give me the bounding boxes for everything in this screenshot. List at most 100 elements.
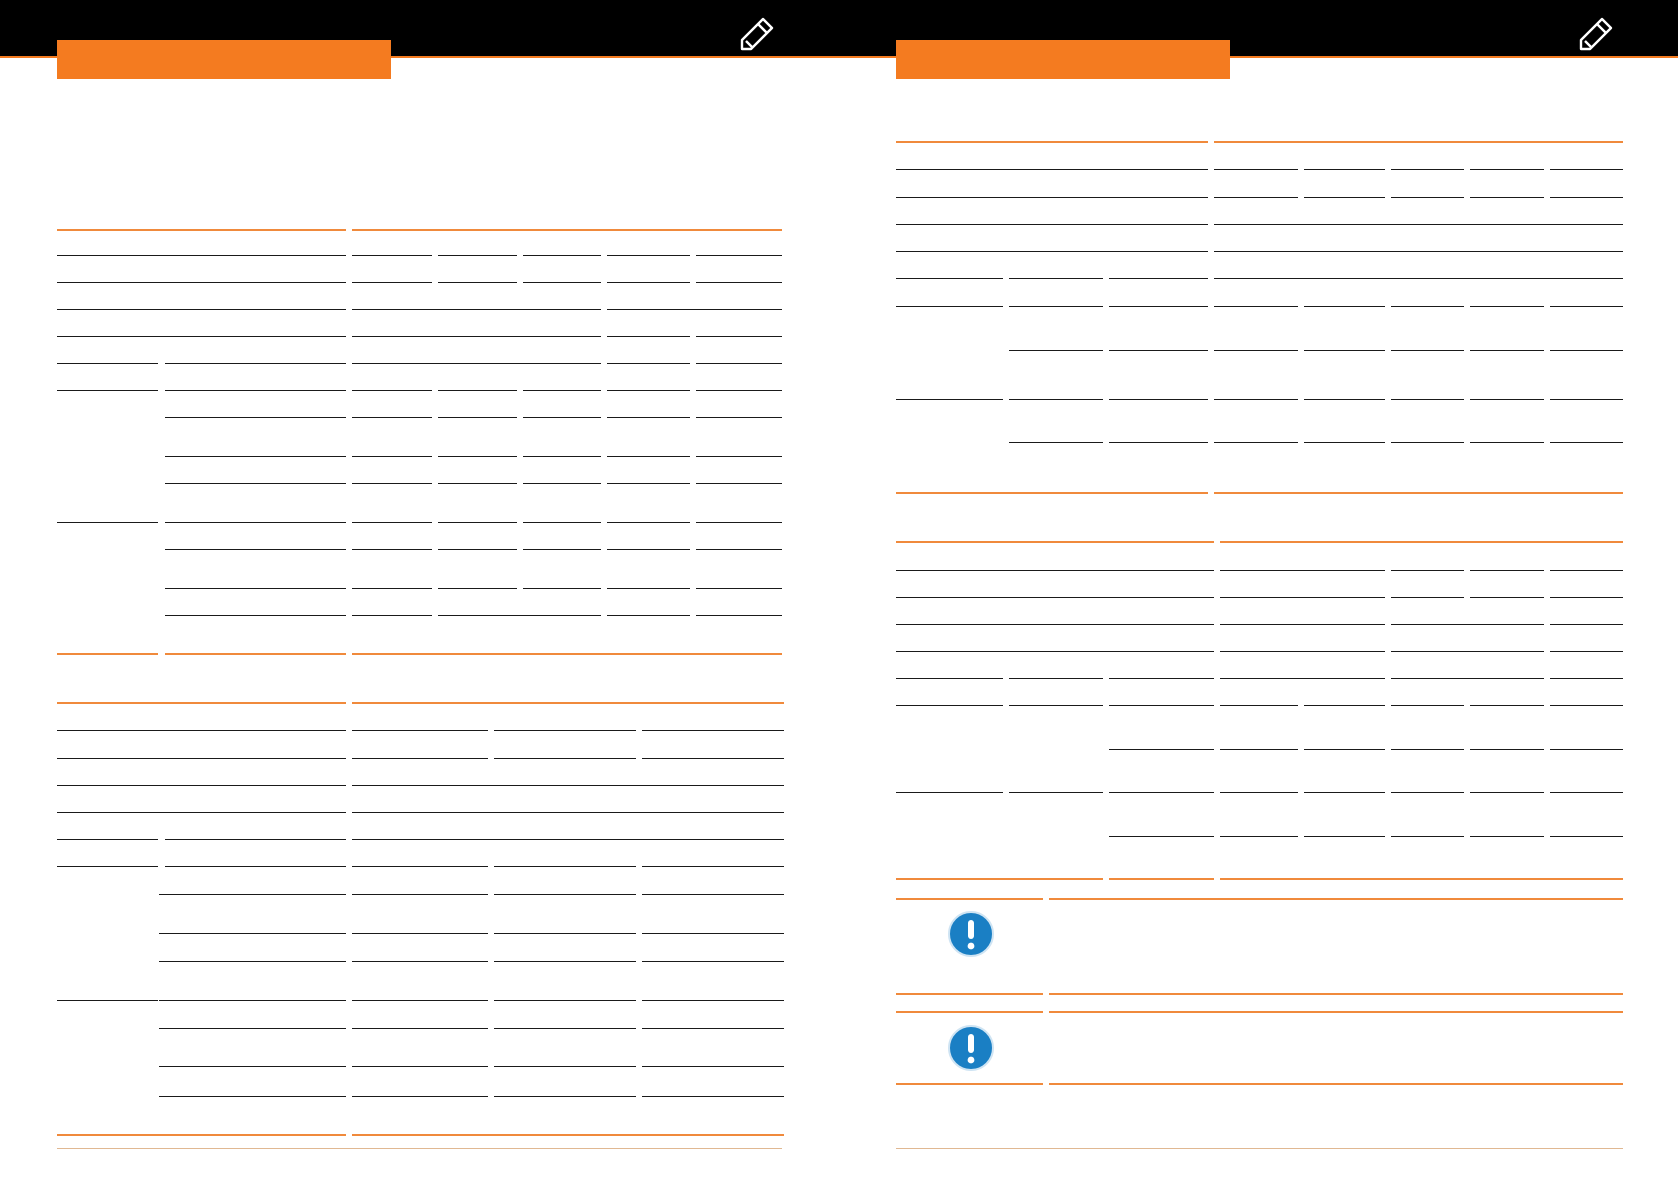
table-rule xyxy=(1009,399,1103,400)
table-rule xyxy=(896,878,1103,880)
table-rule xyxy=(352,702,784,704)
table-rule xyxy=(696,456,782,457)
table-rule xyxy=(57,1148,782,1149)
table-rule xyxy=(896,197,1208,198)
pencil-icon xyxy=(740,17,774,51)
table-rule xyxy=(1550,350,1623,351)
table-rule xyxy=(642,933,784,934)
table-rule xyxy=(1550,651,1623,652)
table-rule xyxy=(438,588,517,589)
table-rule xyxy=(1049,993,1623,995)
table-rule xyxy=(1220,678,1385,679)
table-rule xyxy=(1304,442,1385,443)
table-rule xyxy=(165,456,346,457)
table-rule xyxy=(352,390,432,391)
table-rule xyxy=(1391,792,1464,793)
table-rule xyxy=(1220,597,1385,598)
table-rule xyxy=(696,363,782,364)
table-rule xyxy=(896,993,1043,995)
table-rule xyxy=(165,549,346,550)
table-rule xyxy=(1220,541,1623,543)
table-rule xyxy=(1214,306,1298,307)
table-rule xyxy=(1391,749,1464,750)
table-rule xyxy=(352,1096,488,1097)
table-rule xyxy=(1109,749,1214,750)
table-rule xyxy=(1109,792,1214,793)
table-rule xyxy=(165,522,346,523)
table-rule xyxy=(494,1066,636,1067)
table-rule xyxy=(607,522,690,523)
right-page xyxy=(839,0,1678,1191)
table-rule xyxy=(494,730,636,731)
table-rule xyxy=(57,730,346,731)
table-rule xyxy=(57,839,158,840)
table-rule xyxy=(494,1096,636,1097)
table-rule xyxy=(523,417,601,418)
table-rule xyxy=(1109,278,1208,279)
exclamation-circle-icon xyxy=(948,911,994,957)
table-rule xyxy=(57,866,158,867)
left-page xyxy=(0,0,839,1191)
table-rule xyxy=(494,866,636,867)
table-rule xyxy=(1470,306,1544,307)
table-rule xyxy=(352,522,432,523)
table-rule xyxy=(696,522,782,523)
table-rule xyxy=(57,309,346,310)
table-rule xyxy=(1304,350,1385,351)
table-rule xyxy=(896,570,1214,571)
table-rule xyxy=(438,255,517,256)
table-rule xyxy=(696,549,782,550)
table-rule xyxy=(1009,678,1103,679)
table-rule xyxy=(438,483,517,484)
table-rule xyxy=(1009,705,1103,706)
table-rule xyxy=(494,933,636,934)
table-rule xyxy=(1470,570,1544,571)
table-rule xyxy=(896,898,1043,900)
table-rule xyxy=(1214,141,1623,143)
table-rule xyxy=(896,792,1003,793)
table-rule xyxy=(696,483,782,484)
table-rule xyxy=(1550,749,1623,750)
table-rule xyxy=(352,933,488,934)
table-rule xyxy=(57,255,346,256)
table-rule xyxy=(607,309,782,310)
table-rule xyxy=(1550,442,1623,443)
table-rule xyxy=(696,336,782,337)
table-rule xyxy=(352,336,601,337)
table-rule xyxy=(165,417,346,418)
table-rule xyxy=(352,255,432,256)
table-rule xyxy=(896,541,1214,543)
table-rule xyxy=(1009,442,1103,443)
table-rule xyxy=(1220,792,1298,793)
table-rule xyxy=(494,894,636,895)
table-rule xyxy=(896,678,1003,679)
table-rule xyxy=(1470,197,1544,198)
table-rule xyxy=(494,961,636,962)
table-rule xyxy=(352,653,782,655)
table-rule xyxy=(1391,651,1544,652)
table-rule xyxy=(438,549,517,550)
table-rule xyxy=(1550,306,1623,307)
table-rule xyxy=(896,224,1208,225)
table-rule xyxy=(896,1011,1043,1013)
table-rule xyxy=(1220,878,1623,880)
table-rule xyxy=(57,1000,158,1001)
table-rule xyxy=(438,417,517,418)
table-rule xyxy=(1470,399,1544,400)
table-rule xyxy=(607,363,690,364)
table-rule xyxy=(1391,399,1464,400)
table-rule xyxy=(1214,224,1623,225)
table-rule xyxy=(165,615,346,616)
table-rule xyxy=(352,961,488,962)
table-rule xyxy=(159,1066,346,1067)
table-rule xyxy=(896,306,1003,307)
table-rule xyxy=(352,839,784,840)
table-rule xyxy=(438,615,601,616)
table-rule xyxy=(642,730,784,731)
table-rule xyxy=(352,1028,488,1029)
table-rule xyxy=(1214,399,1298,400)
table-rule xyxy=(352,615,432,616)
table-rule xyxy=(352,730,488,731)
table-rule xyxy=(57,336,346,337)
table-rule xyxy=(896,624,1214,625)
